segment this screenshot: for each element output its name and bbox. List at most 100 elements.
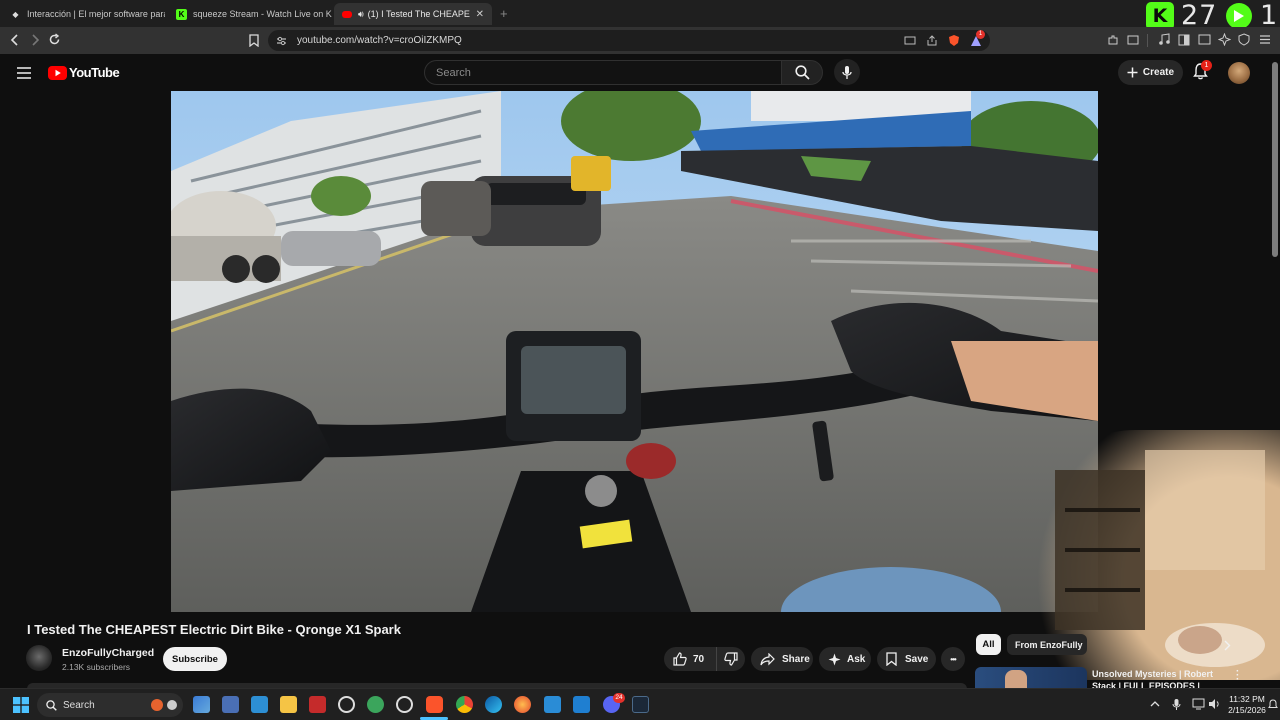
edge-icon[interactable] <box>485 696 502 713</box>
save-button[interactable]: Save <box>877 647 936 671</box>
chip-from-channel[interactable]: From EnzoFully <box>1007 634 1087 655</box>
kick-logo-icon: K <box>1146 2 1174 30</box>
tray-network-icon[interactable] <box>1192 698 1205 710</box>
browser-tab-strip: ◆ Interacción | El mejor software para p… <box>0 0 1280 31</box>
vscode-icon[interactable] <box>573 696 590 713</box>
channel-avatar[interactable] <box>26 645 52 671</box>
steam-icon[interactable] <box>632 696 649 713</box>
bookmark-save-icon <box>886 652 897 666</box>
create-button[interactable]: Create <box>1118 60 1183 85</box>
windows-start-icon[interactable] <box>13 697 29 713</box>
taskbar-search-box[interactable]: Search <box>37 693 183 717</box>
ask-button[interactable]: Ask <box>819 647 871 671</box>
voice-search-button[interactable] <box>834 59 860 85</box>
tray-volume-icon[interactable] <box>1208 698 1221 710</box>
address-bar[interactable]: youtube.com/watch?v=croOiIZKMPQ 1 <box>268 29 990 51</box>
more-actions-button[interactable]: ••• <box>941 647 965 671</box>
site-settings-icon[interactable] <box>276 36 287 46</box>
search-input[interactable]: Search <box>424 60 782 85</box>
share-page-icon[interactable] <box>926 35 938 46</box>
video-title: I Tested The CHEAPEST Electric Dirt Bike… <box>27 622 401 637</box>
notification-center-icon[interactable] <box>1268 699 1278 710</box>
browser-toolbar: youtube.com/watch?v=croOiIZKMPQ 1 <box>0 27 1280 54</box>
back-icon[interactable] <box>9 34 21 46</box>
thumbs-up-icon <box>673 652 687 666</box>
vpn-shield-icon[interactable] <box>1238 33 1250 46</box>
close-tab-icon[interactable]: ✕ <box>470 9 484 20</box>
chip-all[interactable]: All <box>976 634 1001 655</box>
tab-title: Interacción | El mejor software para p <box>27 9 165 19</box>
brave-rewards-icon[interactable]: 1 <box>970 29 985 47</box>
share-button[interactable]: Share <box>751 647 813 671</box>
tray-microphone-icon[interactable] <box>1172 698 1181 711</box>
thumbs-down-icon <box>724 652 738 666</box>
sidebar-toggle-icon[interactable] <box>1178 34 1190 46</box>
bookmark-icon[interactable] <box>249 34 259 47</box>
url-text: youtube.com/watch?v=croOiIZKMPQ <box>297 35 462 46</box>
youtube-play-logo-icon <box>48 65 67 80</box>
youtube-wordmark: YouTube <box>69 65 120 80</box>
notification-count-badge: 1 <box>1201 60 1212 71</box>
taskbar-app-github-icon[interactable] <box>396 696 413 713</box>
extensions-icon[interactable] <box>1107 34 1119 46</box>
taskbar-date: 2/15/2026 <box>1228 705 1266 715</box>
discord-badge: 24 <box>613 693 625 703</box>
taskbar-clock[interactable]: 11:32 PM 2/15/2026 <box>1226 694 1268 716</box>
video-player[interactable] <box>171 91 1098 612</box>
chevron-right-icon[interactable] <box>1223 640 1231 651</box>
recommended-video-title-line2[interactable]: Stack | FULL EPISODES | <box>1092 681 1200 688</box>
dislike-button[interactable] <box>717 647 745 671</box>
like-button[interactable]: 70 <box>664 647 717 671</box>
recommended-video-menu-icon[interactable]: · · · <box>1236 667 1239 685</box>
recommended-video-thumbnail[interactable] <box>975 667 1087 689</box>
brave-browser-icon[interactable] <box>426 696 443 713</box>
rewards-badge: 1 <box>976 29 985 39</box>
tab-interaccion[interactable]: ◆ Interacción | El mejor software para p <box>2 3 165 25</box>
forward-icon[interactable] <box>29 34 41 46</box>
subscribe-button[interactable]: Subscribe <box>163 647 227 671</box>
chrome-icon[interactable] <box>456 696 473 713</box>
page-scrollbar-thumb[interactable] <box>1272 62 1278 257</box>
new-tab-button[interactable]: + <box>500 6 508 21</box>
audio-playing-icon[interactable]: 🔊︎ <box>358 9 364 20</box>
media-control-icon[interactable] <box>1158 33 1171 46</box>
search-button[interactable] <box>781 60 823 85</box>
taskbar-app-network-icon[interactable] <box>193 696 210 713</box>
file-explorer-icon[interactable] <box>280 696 297 713</box>
notifications-button[interactable]: 1 <box>1193 60 1212 80</box>
hamburger-menu-icon[interactable] <box>17 67 31 79</box>
taskbar-app-monitor-icon[interactable] <box>222 696 239 713</box>
leo-ai-icon[interactable] <box>1218 33 1231 46</box>
recommended-video-title[interactable]: Unsolved Mysteries | Robert <box>1092 669 1213 679</box>
firefox-icon[interactable] <box>514 696 531 713</box>
cast-icon[interactable] <box>904 36 916 46</box>
plus-icon <box>1127 67 1138 78</box>
subscriber-count: 2.13K subscribers <box>62 662 131 672</box>
kick-favicon-icon: K <box>176 8 187 20</box>
taskbar-app-oo-icon[interactable] <box>544 696 561 713</box>
tab-kick-stream[interactable]: K squeeze Stream - Watch Live on Kick <box>168 3 332 25</box>
taskbar-app-clock-icon[interactable] <box>338 696 355 713</box>
taskbar-app-red-icon[interactable] <box>309 696 326 713</box>
user-avatar[interactable] <box>1228 62 1250 84</box>
share-label: Share <box>782 653 810 665</box>
wallet-icon[interactable] <box>1127 34 1139 46</box>
tray-overflow-chevron-icon[interactable] <box>1150 700 1160 708</box>
share-arrow-icon <box>760 652 775 665</box>
search-highlight-icon <box>151 699 163 711</box>
brave-shields-icon[interactable] <box>948 34 960 47</box>
microphone-icon <box>842 65 852 79</box>
youtube-logo[interactable]: YouTube <box>48 65 120 80</box>
taskbar-app-r-icon[interactable] <box>251 696 268 713</box>
search-highlight-icon-2 <box>167 700 177 710</box>
tab-search-icon[interactable] <box>1198 34 1211 46</box>
reload-icon[interactable] <box>48 33 61 46</box>
tab-youtube-video[interactable]: 🔊︎ (1) I Tested The CHEAPEST El ✕ <box>334 3 492 25</box>
taskbar-app-shield-icon[interactable] <box>367 696 384 713</box>
taskbar-search-label: Search <box>63 699 95 711</box>
menu-icon[interactable] <box>1259 34 1271 45</box>
taskbar-search-icon <box>46 699 57 711</box>
youtube-favicon-icon <box>342 10 352 18</box>
channel-name[interactable]: EnzoFullyCharged <box>62 647 154 659</box>
like-dislike-group: 70 <box>664 647 745 671</box>
